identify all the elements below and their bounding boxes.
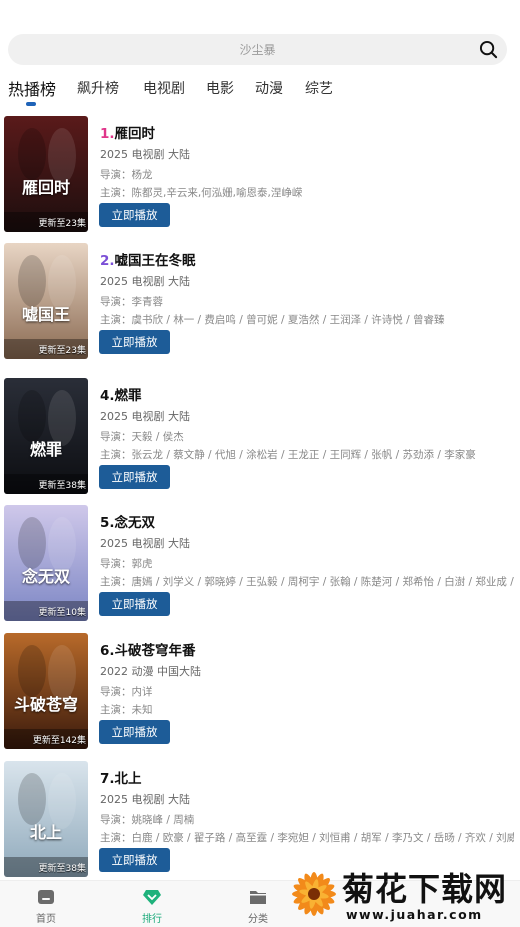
chrysanthemum-logo-icon [292, 872, 336, 916]
poster-title: 念无双 [21, 567, 70, 586]
poster-image[interactable]: 北上更新至38集 [4, 761, 88, 877]
show-meta: 2025 电视剧 大陆 [100, 793, 190, 806]
episode-badge: 更新至142集 [32, 736, 86, 746]
show-title-text: 雁回时 [114, 126, 156, 142]
list-item[interactable]: 嘘国王更新至23集 2.嘘国王在冬眠 2025 电视剧 大陆 导演：李青蓉主演：虞书欣… [0, 243, 520, 361]
show-director: 导演：杨龙 [100, 169, 153, 181]
poster-image[interactable]: 雁回时更新至23集 [4, 116, 88, 232]
poster-title: 嘘国王 [21, 305, 70, 324]
poster-title: 燃罪 [29, 440, 62, 459]
show-title[interactable]: 4.燃罪 [100, 384, 142, 404]
poster-image[interactable]: 念无双更新至10集 [4, 505, 88, 621]
show-title[interactable]: 1.雁回时 [100, 122, 155, 142]
show-cast: 主演：唐嫣 / 刘学义 / 郭晓婷 / 王弘毅 / 周柯宇 / 张翰 / 陈楚河… [100, 576, 514, 588]
show-title[interactable]: 5.念无双 [100, 511, 155, 531]
episode-badge: 更新至38集 [38, 481, 86, 491]
show-title-text: 燃罪 [114, 388, 142, 404]
show-title[interactable]: 7.北上 [100, 767, 142, 787]
show-cast: 主演：白鹿 / 欧豪 / 翟子路 / 高至霆 / 李宛妲 / 刘恒甫 / 胡军 … [100, 832, 514, 844]
play-button[interactable]: 立即播放 [99, 465, 170, 489]
search-input[interactable]: 沙尘暴 [8, 41, 507, 58]
show-director: 导演：郭虎 [100, 558, 153, 570]
nav-category[interactable]: 分类 [228, 887, 288, 925]
site-watermark: 菊花下载网 www.juahar.com [286, 862, 520, 927]
list-item[interactable]: 雁回时 更新至23集 1.雁回时 2025 电视剧 大陆 导演：杨龙 主演：陈都灵,辛云来… [0, 116, 520, 234]
watermark-url: www.juahar.com [346, 907, 483, 922]
tab-hot[interactable]: 热播榜 [8, 76, 56, 100]
show-title-text: 斗破苍穹年番 [114, 643, 196, 659]
tab-variety[interactable]: 综艺 [305, 78, 333, 98]
show-cast: 主演：虞书欣 / 林一 / 费启鸣 / 曾可妮 / 夏浩然 / 王润泽 / 许诗… [100, 314, 445, 326]
poster-title: 北上 [29, 823, 62, 842]
nav-rank[interactable]: 排行 [122, 887, 182, 925]
tab-rising[interactable]: 飙升榜 [77, 78, 119, 98]
play-button[interactable]: 立即播放 [99, 203, 170, 227]
episode-badge: 更新至10集 [38, 608, 86, 618]
show-title-text: 嘘国王在冬眠 [114, 253, 196, 269]
rank-diamond-icon [143, 890, 161, 905]
rank-number: 2. [100, 253, 115, 269]
show-director: 导演：天毅 / 侯杰 [100, 431, 184, 443]
nav-home-label: 首页 [36, 914, 56, 925]
rank-number: 6. [100, 643, 115, 659]
episode-badge: 更新至38集 [38, 864, 86, 874]
rank-number: 7. [100, 771, 115, 787]
rank-number: 5. [100, 515, 115, 531]
list-item[interactable]: 斗破苍穹更新至142集 6.斗破苍穹年番 2022 动漫 中国大陆 导演：内详主演：未… [0, 633, 520, 751]
show-meta: 2025 电视剧 大陆 [100, 410, 190, 423]
poster-title: 雁回时 [21, 178, 70, 197]
nav-rank-label: 排行 [142, 914, 162, 925]
rank-number: 1. [100, 126, 115, 142]
category-tabs: 热播榜 飙升榜 电视剧 电影 动漫 综艺 [0, 72, 520, 112]
search-bar[interactable]: 沙尘暴 [8, 34, 507, 65]
nav-home[interactable]: 首页 [16, 887, 76, 925]
show-director: 导演：内详 [100, 686, 153, 698]
play-button[interactable]: 立即播放 [99, 592, 170, 616]
rank-number: 4. [100, 388, 115, 404]
show-title-text: 念无双 [114, 515, 156, 531]
play-button[interactable]: 立即播放 [99, 848, 170, 872]
episode-badge: 更新至23集 [38, 346, 86, 356]
tab-movie[interactable]: 电影 [206, 78, 234, 98]
nav-category-label: 分类 [248, 914, 268, 925]
active-tab-indicator [26, 102, 36, 106]
search-icon[interactable] [479, 40, 498, 59]
poster-image[interactable]: 斗破苍穹更新至142集 [4, 633, 88, 749]
show-meta: 2025 电视剧 大陆 [100, 148, 190, 161]
home-icon [38, 890, 54, 904]
show-meta: 2025 电视剧 大陆 [100, 275, 190, 288]
list-item[interactable]: 燃罪 更新至38集 4.燃罪 2025 电视剧 大陆 导演：天毅 / 侯杰 主演：张云龙 … [0, 378, 520, 496]
show-cast: 主演：未知 [100, 704, 153, 716]
play-button[interactable]: 立即播放 [99, 330, 170, 354]
show-title[interactable]: 2.嘘国王在冬眠 [100, 249, 196, 269]
show-meta: 2022 动漫 中国大陆 [100, 665, 201, 678]
watermark-title: 菊花下载网 [342, 870, 508, 908]
show-title[interactable]: 6.斗破苍穹年番 [100, 639, 196, 659]
poster-title: 斗破苍穹 [13, 695, 78, 714]
show-director: 导演：李青蓉 [100, 296, 163, 308]
list-item[interactable]: 念无双 更新至10集 5.念无双 2025 电视剧 大陆 导演：郭虎 主演：唐嫣 / 刘学… [0, 505, 520, 623]
tab-tv-series[interactable]: 电视剧 [143, 78, 185, 98]
show-director: 导演：姚晓峰 / 周楠 [100, 814, 195, 826]
episode-badge: 更新至23集 [38, 219, 86, 229]
show-title-text: 北上 [114, 771, 142, 787]
play-button[interactable]: 立即播放 [99, 720, 170, 744]
show-cast: 主演：张云龙 / 蔡文静 / 代旭 / 涂松岩 / 王龙正 / 王同辉 / 张帆… [100, 449, 476, 461]
folder-icon [250, 891, 266, 904]
poster-image[interactable]: 燃罪更新至38集 [4, 378, 88, 494]
show-cast: 主演：陈都灵,辛云来,何泓姗,喻恩泰,涅峥嵘 [100, 187, 303, 199]
show-meta: 2025 电视剧 大陆 [100, 537, 190, 550]
tab-anime[interactable]: 动漫 [255, 78, 283, 98]
poster-image[interactable]: 嘘国王更新至23集 [4, 243, 88, 359]
